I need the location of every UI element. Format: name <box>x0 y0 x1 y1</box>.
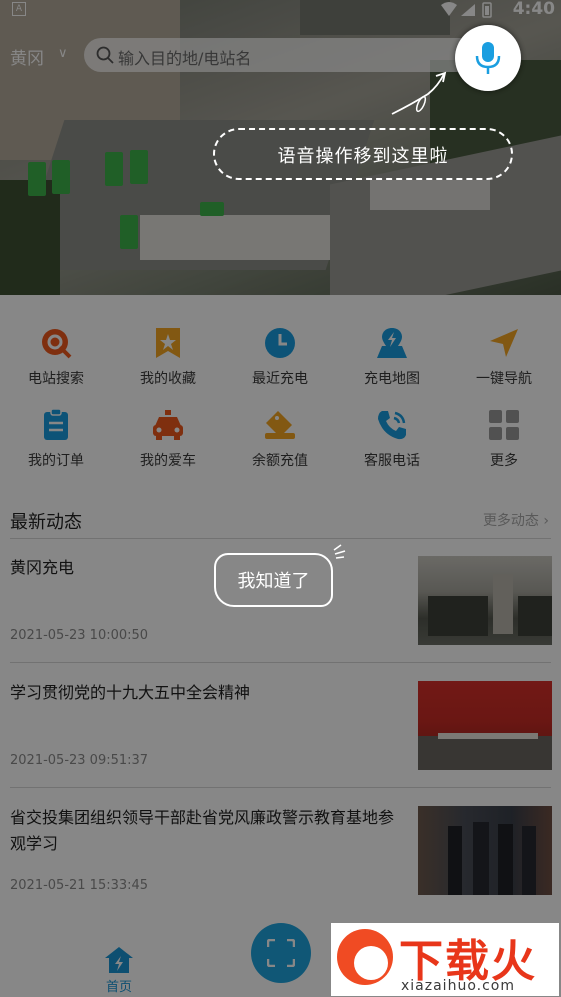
notification-icon: A <box>12 2 26 16</box>
shortcut-label: 最近充电 <box>252 371 308 387</box>
clock: 4:40 <box>512 0 555 19</box>
shortcut-label: 余额充值 <box>252 453 308 469</box>
watermark-logo: 下载火 xiazaihuo.com <box>331 923 559 996</box>
shortcut-recent-charge[interactable]: 最近充电 <box>224 327 336 391</box>
search-bar[interactable]: 输入目的地/电站名 <box>84 38 484 72</box>
shortcut-label: 客服电话 <box>364 453 420 469</box>
recharge-tag-icon <box>265 411 295 439</box>
shortcut-more[interactable]: 更多 <box>448 409 560 473</box>
favorites-icon <box>156 328 180 358</box>
signal-wifi-battery-icons <box>441 2 492 18</box>
dismiss-onboarding-button[interactable]: 我知道了 <box>214 553 333 607</box>
voice-tip-text: 语音操作移到这里啦 <box>277 146 449 167</box>
shortcut-grid: 电站搜索 我的收藏 最近充电 充电地图 一键导航 我的订单 我的爱车 余额充值 … <box>0 323 561 473</box>
city-selector[interactable]: 黄冈 <box>10 44 44 69</box>
app-screen: A 4:40 黄冈 ∨ 输入目的地/电站名 电站搜索 我的收藏 最近充电 充电地… <box>0 0 561 997</box>
flame-logo-icon <box>337 929 393 985</box>
shortcut-label: 我的收藏 <box>140 371 196 387</box>
shortcut-label: 一键导航 <box>476 371 532 387</box>
divider <box>10 538 551 539</box>
shortcut-charge-map[interactable]: 充电地图 <box>336 327 448 391</box>
news-timestamp: 2021-05-23 10:00:50 <box>10 628 149 643</box>
scan-button[interactable] <box>251 923 311 983</box>
home-bolt-icon[interactable] <box>104 946 134 974</box>
shortcut-favorites[interactable]: 我的收藏 <box>112 327 224 391</box>
search-icon <box>96 46 114 64</box>
chevron-right-icon: › <box>543 513 549 529</box>
shortcut-label: 电站搜索 <box>28 371 84 387</box>
news-thumbnail <box>418 556 552 645</box>
nav-home-label[interactable]: 首页 <box>104 976 134 995</box>
shortcut-station-search[interactable]: 电站搜索 <box>0 327 112 391</box>
station-search-icon <box>42 329 72 359</box>
news-title: 省交投集团组织领导干部赴省党风廉政警示教育基地参观学习 <box>10 808 395 853</box>
divider <box>10 662 551 663</box>
recent-charge-clock-icon <box>265 328 295 358</box>
news-thumbnail <box>418 806 552 895</box>
shortcut-label: 我的订单 <box>28 453 84 469</box>
voice-tip-bubble: 语音操作移到这里啦 <box>213 128 513 180</box>
shortcut-my-car[interactable]: 我的爱车 <box>112 409 224 473</box>
more-news-link[interactable]: 更多动态 › <box>483 510 549 530</box>
emphasis-marks-icon <box>333 544 346 559</box>
orders-clipboard-icon <box>44 409 68 440</box>
voice-search-button-highlight[interactable] <box>455 25 521 91</box>
dismiss-label: 我知道了 <box>237 571 310 592</box>
news-timestamp: 2021-05-21 15:33:45 <box>10 878 149 893</box>
status-bar: A 4:40 <box>0 0 561 20</box>
news-section-title: 最新动态 <box>10 512 82 533</box>
shortcut-navigation[interactable]: 一键导航 <box>448 327 560 391</box>
watermark-url: xiazaihuo.com <box>401 978 515 994</box>
shortcut-recharge[interactable]: 余额充值 <box>224 409 336 473</box>
news-title: 学习贯彻党的十九大五中全会精神 <box>10 683 251 702</box>
shortcut-label: 充电地图 <box>364 371 420 387</box>
scan-icon <box>267 939 295 967</box>
shortcut-label: 更多 <box>490 453 518 469</box>
hand-drawn-arrow-icon <box>391 71 447 115</box>
divider <box>10 787 551 788</box>
shortcut-label: 我的爱车 <box>140 453 196 469</box>
charge-map-icon <box>377 328 407 358</box>
search-input[interactable]: 输入目的地/电站名 <box>118 45 251 69</box>
chevron-down-icon[interactable]: ∨ <box>58 46 68 61</box>
more-news-label: 更多动态 <box>482 513 539 529</box>
shortcut-service-phone[interactable]: 客服电话 <box>336 409 448 473</box>
car-icon <box>153 410 183 440</box>
phone-icon <box>378 411 406 440</box>
more-grid-icon <box>489 410 519 440</box>
navigation-arrow-icon <box>490 329 518 357</box>
shortcut-orders[interactable]: 我的订单 <box>0 409 112 473</box>
news-thumbnail <box>418 681 552 770</box>
news-timestamp: 2021-05-23 09:51:37 <box>10 753 149 768</box>
mic-icon <box>475 42 501 74</box>
